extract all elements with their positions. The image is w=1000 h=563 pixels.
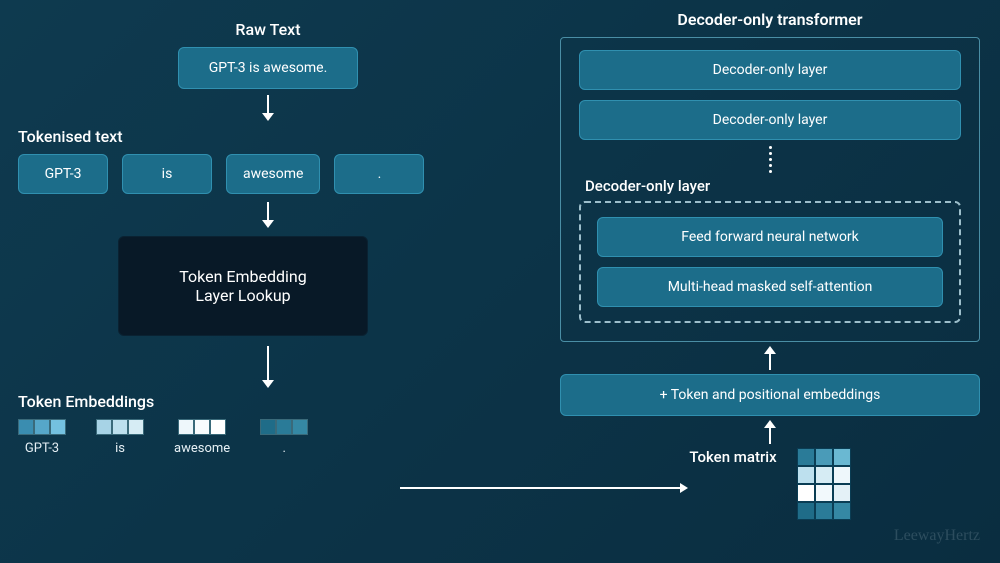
- arrow-icon: [560, 420, 980, 444]
- embedding-row: GPT-3 is awesome.: [18, 419, 478, 456]
- token-matrix-label: Token matrix: [689, 448, 776, 466]
- embedding-line1: Token Embedding: [179, 267, 307, 286]
- tokenised-label: Tokenised text: [18, 127, 478, 146]
- arrow-icon: [58, 95, 478, 121]
- embedding-token-label: is: [115, 441, 125, 456]
- embedding-cells: [178, 419, 226, 435]
- arrow-icon: [58, 346, 478, 388]
- raw-text-box: GPT-3 is awesome.: [178, 47, 358, 89]
- token-box: is: [122, 154, 212, 194]
- token-row: GPT-3 is awesome.: [18, 154, 478, 194]
- token-box: awesome: [226, 154, 320, 194]
- token-positional-box: + Token and positional embeddings: [560, 374, 980, 416]
- inner-layer-title: Decoder-only layer: [585, 177, 961, 195]
- token-box: GPT-3: [18, 154, 108, 194]
- token-embeddings-label: Token Embeddings: [18, 392, 478, 411]
- decoder-title: Decoder-only transformer: [560, 10, 980, 29]
- decoder-frame: Decoder-only layer Decoder-only layer De…: [560, 37, 980, 342]
- token-matrix: [797, 448, 851, 520]
- arrow-icon: [560, 346, 980, 370]
- decoder-layer-2: Decoder-only layer: [579, 100, 961, 140]
- dotted-connector-icon: [579, 146, 961, 173]
- embedding-cells: [96, 419, 144, 435]
- decoder-inner-frame: Feed forward neural network Multi-head m…: [579, 201, 961, 323]
- arrow-icon: [58, 202, 478, 228]
- feed-forward-box: Feed forward neural network: [597, 217, 943, 257]
- embedding-token-label: .: [282, 441, 285, 456]
- watermark: LeewayHertz: [894, 527, 980, 545]
- embedding-lookup-box: Token Embedding Layer Lookup: [118, 236, 368, 336]
- embedding-token-label: awesome: [174, 441, 230, 456]
- token-box: .: [334, 154, 424, 194]
- decoder-layer-1: Decoder-only layer: [579, 50, 961, 90]
- embedding-cells: [18, 419, 66, 435]
- embedding-cells: [260, 419, 308, 435]
- embedding-line2: Layer Lookup: [195, 286, 290, 305]
- self-attention-box: Multi-head masked self-attention: [597, 267, 943, 307]
- embedding-token-label: GPT-3: [25, 441, 59, 456]
- raw-text-label: Raw Text: [58, 20, 478, 39]
